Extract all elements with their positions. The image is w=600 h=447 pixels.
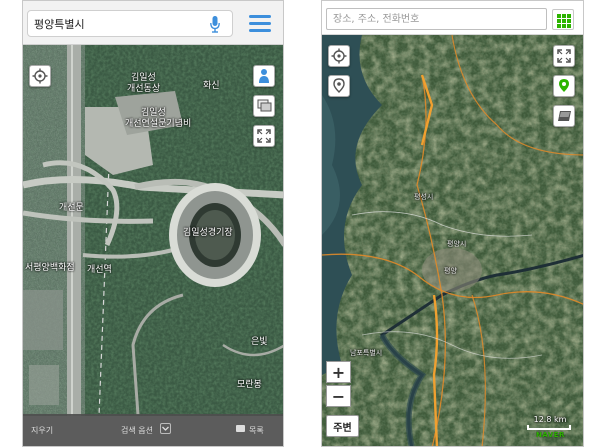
layers-icon [257, 99, 271, 112]
map-label-city-1: 평양시 [447, 240, 467, 248]
map-label-kim-il-sung-statue: 김일성 [131, 73, 156, 83]
map-label-lower-city: 남포특별시 [350, 349, 383, 357]
clear-button[interactable]: 지우기 [31, 425, 53, 436]
scale-line [527, 425, 571, 430]
map-label-gaeseonmun: 개선문 [59, 203, 84, 213]
left-search-input[interactable] [34, 14, 204, 34]
app-grid-icon[interactable] [552, 9, 574, 30]
street-view-person-icon [259, 69, 269, 83]
locate-button[interactable] [29, 65, 51, 87]
my-location-button[interactable] [328, 75, 350, 97]
map-label-kim-il-sung-monument: 김일성 [141, 108, 166, 118]
layers-button-right[interactable] [553, 105, 575, 127]
list-button[interactable]: 목록 [249, 425, 264, 436]
right-map-panel: 평성시 평양시 평양 남포특별시 [321, 0, 584, 447]
list-icon [236, 425, 245, 432]
locate-crosshair-icon [32, 68, 48, 84]
chevron-down-icon[interactable] [160, 423, 171, 434]
right-search-box[interactable] [326, 8, 547, 30]
scale-label: 12.8 km [533, 415, 567, 424]
left-bottom-toolbar: 지우기 검색 옵션 목록 [23, 414, 283, 446]
satellite-imagery [23, 45, 283, 417]
fullscreen-expand-icon [557, 49, 571, 63]
left-search-box[interactable] [27, 10, 233, 37]
location-pin-icon [333, 78, 345, 93]
microphone-icon[interactable] [210, 16, 220, 33]
map-label-department-store: 서평양백화점 [25, 263, 75, 273]
map-label-upper-city: 평성시 [414, 193, 434, 201]
location-pin-icon [559, 79, 569, 92]
nearby-button[interactable]: 주변 [326, 415, 359, 437]
locate-button-right[interactable] [328, 45, 350, 67]
map-label-stadium: 김일성경기장 [183, 228, 233, 238]
left-search-bar [23, 1, 283, 45]
hamburger-menu-icon[interactable] [245, 12, 275, 36]
map-label-arch-statue: 개선동상 [127, 84, 161, 94]
satellite-map-view[interactable]: 화신 김일성 개선동상 김일성 개선연설문기념비 개선문 김일성경기장 서평양백… [23, 45, 283, 417]
map-label-arch-speech-monument: 개선연설문기념비 [125, 119, 192, 129]
search-options-button[interactable]: 검색 옵션 [121, 425, 153, 436]
right-search-bar [322, 1, 583, 35]
map-label-eunbit: 은빛 [251, 337, 268, 347]
zoom-in-button[interactable]: + [326, 361, 351, 383]
map-label-hwasin: 화신 [203, 81, 220, 91]
zoom-out-button[interactable]: − [326, 385, 351, 407]
map-label-morangbong: 모란봉 [237, 380, 262, 390]
fullscreen-expand-icon [257, 129, 271, 143]
fullscreen-button-right[interactable] [553, 45, 575, 67]
regional-satellite-map[interactable]: 평성시 평양시 평양 남포특별시 + − [322, 34, 583, 446]
pin-layer-button[interactable] [553, 75, 575, 97]
layers-icon [557, 111, 571, 121]
naver-logo: NAVER [536, 431, 565, 439]
map-label-gaeseon-station: 개선역 [87, 265, 112, 275]
right-search-input[interactable] [333, 11, 539, 27]
locate-crosshair-icon [331, 48, 347, 64]
fullscreen-button[interactable] [253, 125, 275, 147]
left-map-panel: 화신 김일성 개선동상 김일성 개선연설문기념비 개선문 김일성경기장 서평양백… [22, 0, 284, 447]
map-label-city-2: 평양 [444, 267, 457, 275]
street-view-button[interactable] [253, 65, 275, 87]
layers-button[interactable] [253, 95, 275, 117]
